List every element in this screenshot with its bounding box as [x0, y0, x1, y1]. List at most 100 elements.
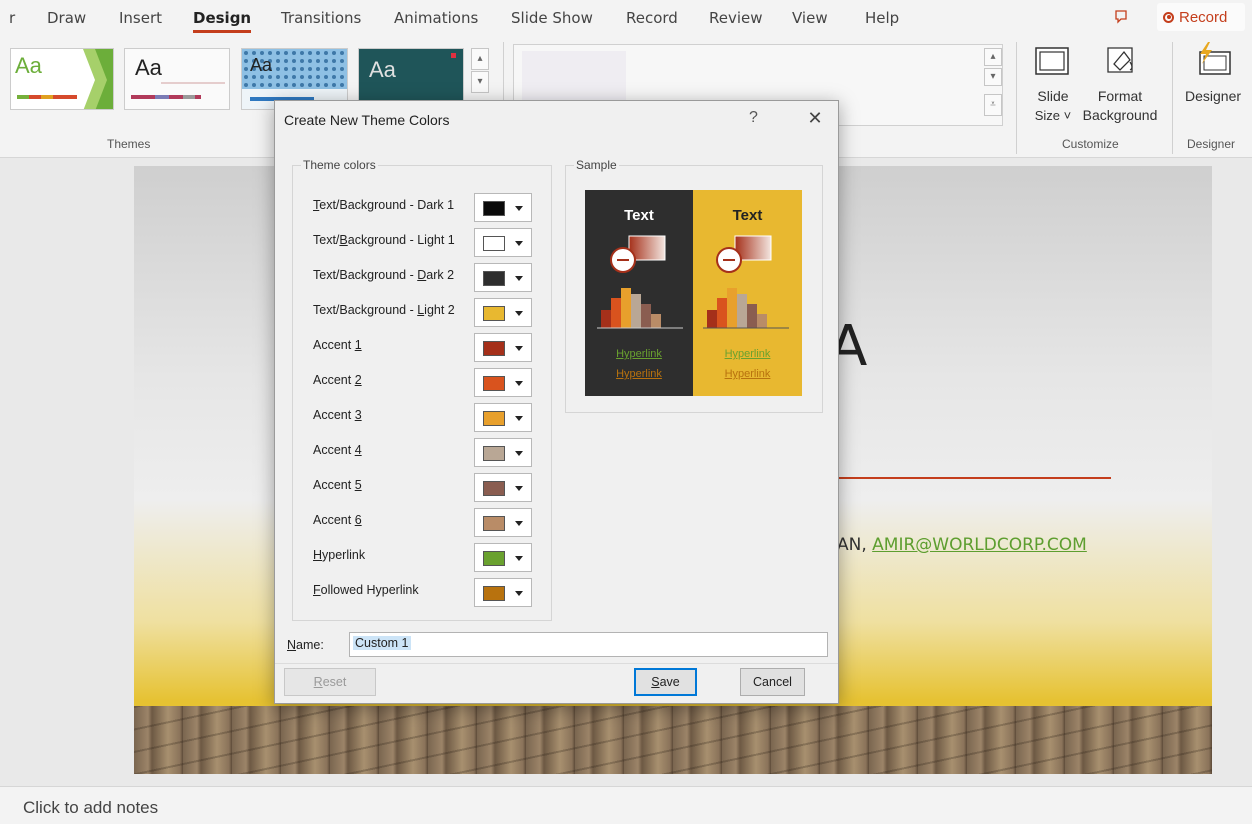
color-swatch — [483, 446, 505, 461]
wood-floor-image — [134, 706, 1212, 774]
variants-more-button[interactable]: ⩡ — [984, 94, 1002, 116]
color-row-label: Followed Hyperlink — [313, 583, 419, 597]
sample-dark-text: Text — [624, 207, 654, 224]
close-icon: ✕ — [807, 108, 823, 128]
theme-thumb-text: Aa — [135, 55, 162, 80]
slide-divider-line — [834, 477, 1111, 479]
dropdown-arrow-icon — [515, 556, 523, 561]
tab-animations[interactable]: Animations — [394, 9, 478, 27]
themes-scroll-up[interactable]: ▴ — [471, 48, 489, 70]
paint-bucket-icon — [1107, 47, 1133, 73]
designer-icon — [1199, 42, 1231, 75]
group-divider — [1172, 42, 1173, 154]
color-row-label: Accent 4 — [313, 443, 362, 457]
slide-size-button[interactable]: Slide Size ˅ — [1025, 42, 1081, 130]
color-row-label: Text/Background - Light 2 — [313, 303, 455, 317]
notes-pane[interactable]: Click to add notes — [0, 786, 1252, 824]
color-swatch — [483, 306, 505, 321]
tab-review[interactable]: Review — [709, 9, 763, 27]
comment-icon — [1115, 10, 1127, 24]
slide-subtitle-prefix: AN, — [837, 535, 873, 555]
sample-light-hyperlink: Hyperlink — [724, 348, 771, 360]
color-swatch — [483, 271, 505, 286]
tab-view[interactable]: View — [792, 9, 828, 27]
color-picker-button[interactable] — [474, 263, 532, 292]
theme-name-input[interactable]: Custom 1 — [349, 632, 828, 657]
tab-draw[interactable]: Draw — [47, 9, 86, 27]
create-theme-colors-dialog: Create New Theme Colors ? ✕ Theme colors… — [274, 100, 839, 704]
color-row-label: Hyperlink — [313, 548, 366, 562]
color-picker-button[interactable] — [474, 403, 532, 432]
color-row-label: Accent 2 — [313, 373, 362, 387]
variants-scroll-down[interactable]: ▾ — [984, 68, 1002, 86]
sample-light-bars — [703, 288, 789, 329]
color-picker-button[interactable] — [474, 298, 532, 327]
theme-thumb-text: Aa — [250, 55, 273, 75]
customize-group-label: Customize — [1062, 137, 1119, 151]
color-picker-button[interactable] — [474, 368, 532, 397]
color-row-label: Accent 3 — [313, 408, 362, 422]
color-picker-button[interactable] — [474, 473, 532, 502]
save-button[interactable]: Save — [634, 668, 697, 696]
tab-design[interactable]: Design — [193, 9, 252, 33]
color-picker-button[interactable] — [474, 543, 532, 572]
tab-insert[interactable]: Insert — [119, 9, 162, 27]
slide-email-link[interactable]: AMIR@WORLDCORP.COM — [872, 535, 1087, 555]
color-picker-button[interactable] — [474, 193, 532, 222]
help-button[interactable]: ? — [749, 109, 758, 127]
close-button[interactable]: ✕ — [802, 105, 828, 131]
color-picker-button[interactable] — [474, 333, 532, 362]
designer-button[interactable]: Designer — [1178, 40, 1248, 128]
dropdown-arrow-icon — [515, 381, 523, 386]
slide-size-label-1: Slide — [1037, 88, 1069, 104]
comments-button[interactable] — [1108, 6, 1134, 28]
sample-dark-panel: Text Hyperlink Hyperlink — [585, 190, 693, 396]
tab-transitions[interactable]: Transitions — [281, 9, 361, 27]
tab-record[interactable]: Record — [626, 9, 678, 27]
record-button[interactable]: Record — [1157, 3, 1245, 31]
dropdown-arrow-icon — [515, 521, 523, 526]
dialog-footer-divider — [275, 663, 838, 664]
format-background-button[interactable]: Format Background — [1078, 42, 1162, 130]
color-picker-button[interactable] — [474, 508, 532, 537]
dropdown-arrow-icon — [515, 486, 523, 491]
color-swatch — [483, 551, 505, 566]
dropdown-arrow-icon — [515, 416, 523, 421]
color-picker-button[interactable] — [474, 578, 532, 607]
color-swatch — [483, 341, 505, 356]
cancel-button[interactable]: Cancel — [740, 668, 805, 696]
sample-dark-followed: Hyperlink — [616, 368, 662, 380]
color-picker-button[interactable] — [474, 438, 532, 467]
tab-help[interactable]: Help — [865, 9, 899, 27]
dropdown-arrow-icon — [515, 311, 523, 316]
variants-scroll-up[interactable]: ▴ — [984, 48, 1002, 66]
designer-group-label: Designer — [1187, 137, 1236, 151]
dropdown-arrow-icon — [515, 276, 523, 281]
color-row-label: Accent 6 — [313, 513, 362, 527]
theme-colors-legend: Theme colors — [301, 158, 378, 172]
notes-placeholder: Click to add notes — [23, 798, 159, 817]
group-divider — [1016, 42, 1017, 154]
tab-slide-show[interactable]: Slide Show — [511, 9, 593, 27]
tab-partial[interactable]: r — [9, 9, 15, 27]
theme-name-value: Custom 1 — [353, 636, 411, 650]
reset-button[interactable]: Reset — [284, 668, 376, 696]
sample-dark-hyperlink: Hyperlink — [616, 348, 662, 360]
slide-subtitle[interactable]: AN, AMIR@WORLDCORP.COM — [837, 535, 1087, 555]
dropdown-arrow-icon — [515, 346, 523, 351]
designer-label: Designer — [1184, 88, 1242, 104]
dropdown-arrow-icon — [515, 241, 523, 246]
format-background-label-2: Background — [1082, 107, 1158, 123]
sample-dark-bars — [597, 288, 683, 329]
color-row-label: Accent 1 — [313, 338, 362, 352]
theme-thumbnail-2[interactable]: Aa — [124, 48, 230, 110]
color-row-label: Text/Background - Light 1 — [313, 233, 455, 247]
sample-legend: Sample — [574, 158, 619, 172]
color-swatch — [483, 236, 505, 251]
record-icon — [1163, 11, 1174, 23]
theme-thumbnail-1[interactable]: Aa — [10, 48, 114, 110]
slide-size-label-2: Size ˅ — [1034, 108, 1072, 123]
color-row-label: Text/Background - Dark 2 — [313, 268, 455, 282]
color-picker-button[interactable] — [474, 228, 532, 257]
themes-scroll-down[interactable]: ▾ — [471, 71, 489, 93]
